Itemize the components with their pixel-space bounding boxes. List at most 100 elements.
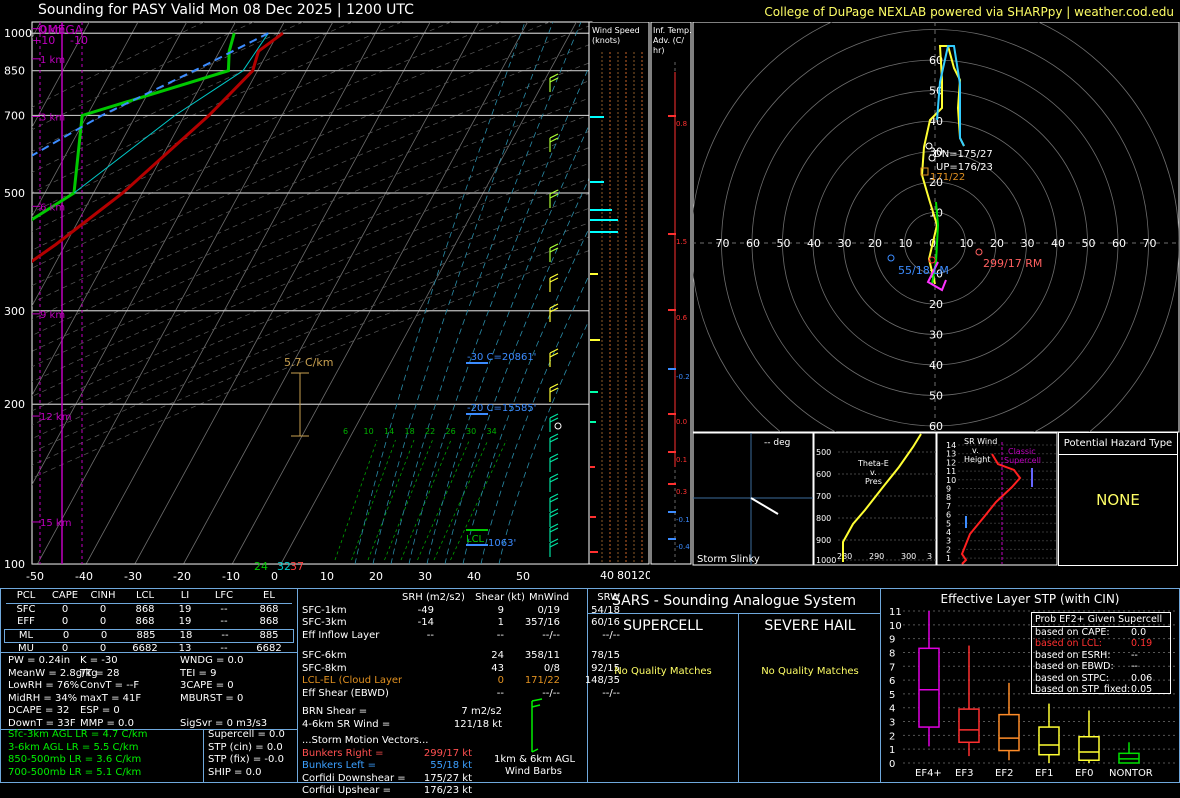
kin-cell: -- — [426, 629, 434, 641]
stp-box — [958, 708, 980, 744]
wind-barb-flag — [549, 73, 559, 79]
kin-cell: 121/18 kt — [453, 718, 502, 730]
parcel-cell: 885 — [136, 629, 156, 641]
wind-speed-tick-40: 40 — [600, 569, 614, 582]
skewt-chart: 1002003005007008501000-50 -40 -30 -20 -10 0 10… — [4, 21, 593, 583]
kin-cell: 9 — [497, 604, 504, 616]
hodo-left-mover-label: 55/18 LM — [898, 264, 949, 277]
kin-cell: Eff Inflow Layer — [302, 629, 380, 641]
parcel-cell: 885 — [259, 629, 279, 641]
wind-barb-flag — [549, 453, 559, 459]
wind-barb-flag — [549, 352, 559, 358]
omega-scale-minus: -10 — [70, 34, 88, 47]
temp-adv-label: 0.3 — [676, 488, 687, 496]
indices-table: PW = 0.24in K = -30 WNDG = 0.0 MeanW = 2.8… — [8, 655, 267, 730]
temp-tick-label: 30 — [418, 570, 432, 583]
isotherm-label-20: -20 C=15585' — [467, 403, 536, 414]
kin-cell: 171/22 — [524, 675, 560, 686]
kin-cell: BRN Shear = — [302, 706, 368, 717]
sr-wind-4-6: 4-6km SR Wind = 121/18 kt — [302, 719, 620, 732]
agl-wind-barbs — [531, 698, 543, 753]
temp-adv-label: 0.1 — [676, 456, 687, 464]
theta-e-x-label: 290 — [869, 552, 884, 561]
pressure-tick-label: 850 — [4, 65, 25, 78]
sr-wind-note-2: Supercell — [1004, 456, 1041, 465]
sr-wind-y-label: 6 — [946, 511, 951, 520]
wind-barb-flag — [549, 523, 559, 529]
parcel-cell: 868 — [135, 603, 155, 615]
kin-cell: --/-- — [602, 687, 620, 699]
kin-row: Eff Inflow Layer -- -- --/-- --/-- — [302, 630, 620, 643]
parcel-cell: 6682 — [256, 643, 282, 654]
parcel-cell: 19 — [178, 616, 192, 627]
parcel-header-lfc: LFC — [214, 590, 234, 601]
parcel-row-mu[interactable]: MU 0 0 6682 13 -- 6682 — [6, 643, 294, 656]
kin-cell: -14 — [417, 617, 434, 628]
sr-wind-y-label: 10 — [946, 476, 956, 485]
hodo-x-label: 70 — [1143, 237, 1157, 250]
hodo-x-label: 40 — [807, 237, 821, 250]
sars-hail-title: SEVERE HAIL — [764, 618, 856, 634]
parcel-row-sfc[interactable]: SFC 0 0 868 19 -- 868 — [6, 604, 294, 617]
barb-label-1: 1km & 6km AGL — [494, 754, 576, 765]
hazard-panel: Potential Hazard Type NONE — [1058, 432, 1178, 566]
storm-motion-title: ...Storm Motion Vectors... — [302, 735, 429, 746]
wind-barb-flag — [549, 77, 559, 83]
prob-value: -- — [1131, 661, 1138, 672]
index-cell: WNDG = 0.0 — [180, 655, 244, 666]
prob-label: based on STPC: — [1035, 672, 1109, 684]
kin-cell: 78/15 — [591, 650, 620, 661]
prob-value: -- — [1131, 649, 1138, 661]
parcel-cell: -- — [220, 616, 228, 627]
stp-y-label: 7 — [889, 662, 895, 673]
parcel-cell: EFF — [17, 616, 35, 627]
stp-y-label: 3 — [889, 718, 895, 729]
sr-wind-y-label: 5 — [946, 519, 951, 528]
parcel-cell: 6682 — [132, 643, 158, 654]
stp-y-label: 0 — [889, 759, 895, 770]
temp-adv-label: 1.5 — [676, 238, 687, 246]
omega-scale-plus: +10 — [32, 34, 55, 47]
slinky-deg: -- deg — [764, 438, 790, 448]
wind-barb-flag — [549, 137, 559, 143]
pressure-tick-label: 700 — [4, 109, 25, 122]
hodo-downshear-label: DN=175/27 — [934, 149, 993, 160]
wind-barb-flag — [549, 243, 559, 249]
stp-y-label: 4 — [889, 704, 895, 715]
kin-cell: -- — [496, 629, 504, 641]
hodo-mean-label: 171/22 — [930, 172, 965, 183]
kin-cell: LCL-EL (Cloud Layer) — [302, 675, 402, 686]
parcel-row-ml[interactable]: ML 0 0 885 18 -- 885 — [4, 628, 294, 643]
sr-wind-title-3: Height — [964, 455, 990, 464]
parcel-cell: 0 — [99, 643, 107, 654]
parcel-cell: SFC — [16, 603, 36, 615]
hodo-x-label: 60 — [1112, 237, 1126, 250]
lapse-rates: Sfc-3km AGL LR = 4.7 C/km 3-6km AGL LR =… — [8, 729, 147, 779]
parcel-cell: 0 — [61, 603, 69, 615]
kin-row: SFC-8km 43 0/8 92/15 — [302, 663, 620, 676]
kin-row: LCL-EL (Cloud Layer) 0 171/22 148/35 — [302, 675, 620, 688]
wind-barb-flag — [549, 527, 559, 533]
theta-e-title-3: Pres — [865, 477, 882, 486]
hodo-ring-label: 50 — [929, 85, 943, 98]
mixing-ratio-label: 26 — [446, 427, 456, 436]
parcel-cell: 19 — [178, 603, 192, 615]
kinematics-header: SRH (m2/s2) Shear (kt) MnWind SRW — [302, 592, 620, 605]
mixing-ratio-label: 10 — [364, 427, 374, 436]
wind-barb-flag — [549, 542, 559, 548]
stp-y-label: 5 — [889, 690, 895, 701]
surface-wetbulb: 32 — [277, 560, 291, 573]
stp-y-label: 11 — [889, 607, 902, 618]
surface-dewpoint: 24 — [254, 560, 268, 573]
temp-adv-label: 0.8 — [676, 120, 687, 128]
parcel-row-eff[interactable]: EFF 0 0 868 19 -- 868 — [6, 616, 294, 629]
temp-advection-panel: Inf. Temp. Adv. (C/ hr) 0.8 1.5 0.6 -0.2 0.0… — [650, 22, 692, 565]
kin-cell: 1 — [497, 617, 504, 628]
theta-e-y-label: 900 — [816, 536, 831, 545]
hodograph: 70 60 50 40 30 20 10 0 10 20 30 40 50 60 7010102020303… — [692, 22, 1180, 433]
parcel-cell: ML — [18, 629, 34, 641]
stp-box — [1038, 726, 1060, 756]
index-cell: MeanW = 2.8g/kg — [8, 667, 98, 679]
hodo-ring-label: 30 — [929, 329, 943, 342]
index-cell: MBURST = 0 — [180, 692, 244, 704]
